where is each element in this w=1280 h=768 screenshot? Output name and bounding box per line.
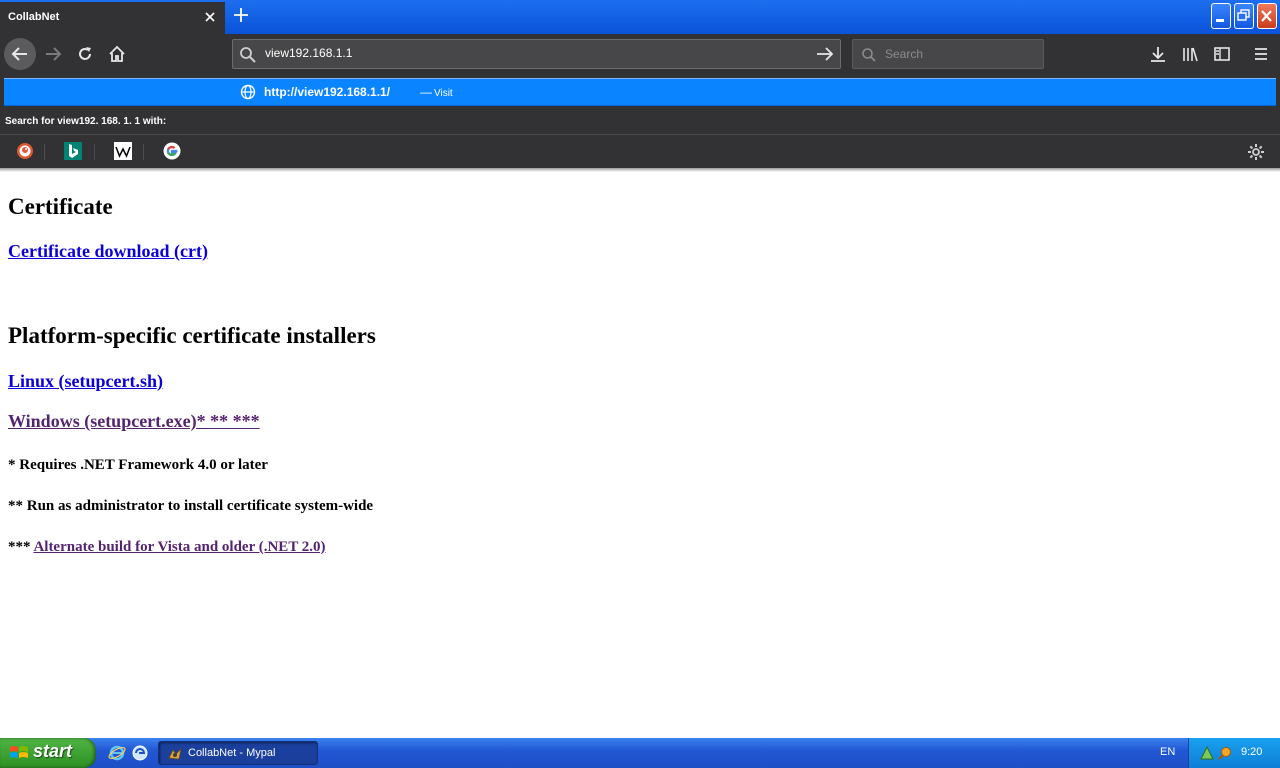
sidebar-button[interactable] bbox=[1206, 38, 1238, 70]
forward-arrow-icon bbox=[46, 47, 62, 61]
library-icon bbox=[1183, 47, 1198, 62]
alternate-build-note: *** Alternate build for Vista and older … bbox=[8, 539, 326, 556]
search-with-label: Search for view192. 168. 1. 1 with: bbox=[5, 116, 167, 127]
sidebar-icon bbox=[1214, 47, 1230, 61]
new-tab-button[interactable] bbox=[232, 6, 250, 26]
bing-icon[interactable] bbox=[64, 142, 82, 160]
globe-icon bbox=[240, 84, 256, 104]
navigation-toolbar: view192.168.1.1 Search bbox=[0, 34, 1280, 74]
google-icon[interactable] bbox=[163, 142, 181, 160]
internet-explorer-icon[interactable] bbox=[108, 744, 126, 762]
wikipedia-icon[interactable] bbox=[114, 142, 132, 160]
language-indicator[interactable]: EN bbox=[1160, 746, 1175, 758]
linux-installer-link[interactable]: Linux (setupcert.sh) bbox=[8, 371, 163, 392]
search-icon bbox=[239, 46, 257, 68]
minimize-button[interactable] bbox=[1211, 3, 1231, 29]
engine-separator bbox=[143, 144, 144, 160]
tab-collabnet[interactable]: CollabNet bbox=[0, 2, 225, 34]
windows-installer-link[interactable]: Windows (setupcert.exe)* ** *** bbox=[8, 411, 260, 432]
requirement-note: * Requires .NET Framework 4.0 or later bbox=[8, 457, 268, 473]
certificate-heading: Certificate bbox=[8, 194, 113, 219]
search-placeholder: Search bbox=[885, 47, 924, 61]
title-bar: CollabNet bbox=[0, 0, 1280, 34]
search-bar[interactable]: Search bbox=[852, 39, 1044, 69]
search-engine-row bbox=[0, 134, 1280, 168]
platform-installers-heading: Platform-specific certificate installers bbox=[8, 323, 376, 348]
alternate-build-prefix: *** bbox=[8, 539, 31, 555]
restore-button[interactable] bbox=[1234, 3, 1254, 29]
hamburger-menu-icon bbox=[1255, 48, 1267, 60]
home-icon bbox=[109, 45, 125, 62]
engine-separator bbox=[94, 144, 95, 160]
download-icon bbox=[1151, 47, 1165, 62]
taskbar-window-button[interactable]: CollabNet - Mypal bbox=[158, 741, 318, 765]
close-window-button[interactable] bbox=[1257, 3, 1277, 29]
autocomplete-action: Visit bbox=[434, 88, 453, 99]
tab-title: CollabNet bbox=[8, 11, 60, 23]
certificate-download-link[interactable]: Certificate download (crt) bbox=[8, 241, 208, 262]
reload-icon bbox=[79, 47, 91, 60]
address-bar[interactable]: view192.168.1.1 bbox=[232, 39, 841, 69]
forward-button[interactable] bbox=[37, 38, 69, 70]
menu-button[interactable] bbox=[1245, 38, 1277, 70]
mypal-icon bbox=[167, 746, 183, 766]
gear-icon[interactable] bbox=[1246, 142, 1266, 162]
downloads-button[interactable] bbox=[1142, 38, 1174, 70]
search-tray-icon[interactable] bbox=[1217, 745, 1233, 765]
tab-close-icon[interactable] bbox=[203, 9, 217, 23]
url-autocomplete-popup: http://view192.168.1.1/ — Visit Search f… bbox=[0, 74, 1280, 168]
start-label: start bbox=[33, 741, 73, 761]
popup-shadow bbox=[0, 168, 1280, 172]
go-arrow-icon[interactable] bbox=[814, 44, 836, 64]
taskbar-window-label: CollabNet - Mypal bbox=[188, 747, 276, 759]
taskbar: start CollabNet - Mypal EN 9:20 bbox=[0, 738, 1280, 768]
autocomplete-url: http://view192.168.1.1/ bbox=[264, 85, 391, 99]
home-button[interactable] bbox=[101, 38, 133, 70]
administrator-note: ** Run as administrator to install certi… bbox=[8, 498, 374, 514]
search-icon bbox=[861, 47, 877, 67]
windows-flag-icon bbox=[9, 744, 29, 766]
alternate-build-link[interactable]: Alternate build for Vista and older (.NE… bbox=[33, 539, 325, 555]
address-input-value[interactable]: view192.168.1.1 bbox=[265, 46, 352, 60]
duckduckgo-icon[interactable] bbox=[16, 142, 34, 160]
network-tray-icon[interactable] bbox=[1199, 745, 1215, 765]
back-arrow-icon bbox=[11, 47, 27, 61]
system-tray: 9:20 bbox=[1188, 738, 1280, 768]
clock: 9:20 bbox=[1241, 746, 1263, 758]
autocomplete-visit-row[interactable]: http://view192.168.1.1/ — Visit bbox=[4, 78, 1276, 106]
engine-separator bbox=[44, 144, 45, 160]
autocomplete-separator: — bbox=[420, 85, 432, 99]
browser-quicklaunch-icon[interactable] bbox=[131, 744, 149, 762]
back-button[interactable] bbox=[4, 38, 36, 70]
reload-button[interactable] bbox=[69, 38, 101, 70]
library-button[interactable] bbox=[1174, 38, 1206, 70]
start-button[interactable]: start bbox=[0, 738, 96, 768]
